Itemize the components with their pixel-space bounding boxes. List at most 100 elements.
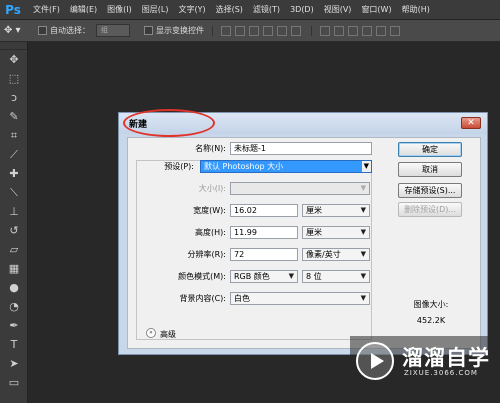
preset-label: 预设(P):: [162, 161, 196, 172]
chevron-down-icon: ▼: [360, 272, 366, 280]
move-tool-icon[interactable]: ✥: [0, 50, 28, 69]
menu-view[interactable]: 视图(V): [319, 4, 357, 15]
menu-select[interactable]: 选择(S): [211, 4, 248, 15]
new-document-dialog: 新建 ✕ 名称(N): 未标题-1 预设(P): 默认 Photoshop 大小…: [118, 109, 488, 355]
background-dropdown[interactable]: 白色 ▼: [230, 292, 370, 305]
preset-value: 默认 Photoshop 大小: [204, 162, 284, 171]
delete-preset-button: 删除预设(D)...: [398, 202, 462, 217]
chevron-down-icon: ▼: [288, 272, 294, 280]
menu-type[interactable]: 文字(Y): [173, 4, 210, 15]
dialog-body: 名称(N): 未标题-1 预设(P): 默认 Photoshop 大小 ▼ 大小…: [127, 137, 481, 349]
title-highlight-ellipse: [123, 109, 215, 137]
advanced-toggle-icon[interactable]: »: [146, 328, 156, 338]
shape-tool-icon[interactable]: ▭: [0, 373, 28, 392]
resolution-input[interactable]: 72: [230, 248, 298, 261]
eyedropper-tool-icon[interactable]: ⟋: [0, 145, 28, 164]
menu-window[interactable]: 窗口(W): [356, 4, 396, 15]
brush-tool-icon[interactable]: ⟍: [0, 183, 28, 202]
marquee-tool-icon[interactable]: ⬚: [0, 69, 28, 88]
history-brush-tool-icon[interactable]: ↺: [0, 221, 28, 240]
preset-dropdown[interactable]: 默认 Photoshop 大小 ▼: [200, 160, 372, 173]
distribute-right-icon[interactable]: [390, 25, 400, 36]
background-label: 背景内容(C):: [179, 294, 226, 303]
height-unit: 厘米: [306, 228, 322, 237]
pen-tool-icon[interactable]: ✒: [0, 316, 28, 335]
distribute-vcenter-icon[interactable]: [334, 25, 344, 36]
align-buttons: [212, 25, 303, 36]
type-tool-icon[interactable]: T: [0, 335, 28, 354]
resolution-unit-dropdown[interactable]: 像素/英寸 ▼: [302, 248, 370, 261]
blur-tool-icon[interactable]: ●: [0, 278, 28, 297]
menu-file[interactable]: 文件(F): [28, 4, 65, 15]
align-top-icon[interactable]: [221, 25, 231, 36]
chevron-down-icon: ▼: [360, 294, 366, 302]
gradient-tool-icon[interactable]: ▦: [0, 259, 28, 278]
align-vcenter-icon[interactable]: [235, 25, 245, 36]
resolution-label: 分辨率(R):: [187, 250, 227, 259]
move-tool-icon[interactable]: ✥ ▾: [4, 25, 32, 36]
chevron-down-icon: ▼: [360, 250, 366, 258]
close-button[interactable]: ✕: [461, 117, 481, 129]
menu-layer[interactable]: 图层(L): [137, 4, 174, 15]
resolution-unit: 像素/英寸: [306, 250, 341, 259]
height-unit-dropdown[interactable]: 厘米 ▼: [302, 226, 370, 239]
menu-edit[interactable]: 编辑(E): [65, 4, 102, 15]
name-input[interactable]: 未标题-1: [230, 142, 372, 155]
size-label: 大小(I):: [198, 184, 226, 193]
align-right-icon[interactable]: [291, 25, 301, 36]
width-unit-dropdown[interactable]: 厘米 ▼: [302, 204, 370, 217]
advanced-label[interactable]: 高级: [160, 329, 176, 340]
eraser-tool-icon[interactable]: ▱: [0, 240, 28, 259]
dodge-tool-icon[interactable]: ◔: [0, 297, 28, 316]
quick-select-tool-icon[interactable]: ✎: [0, 107, 28, 126]
image-size-value: 452.2K: [416, 316, 446, 325]
options-bar: ✥ ▾ 自动选择： 组 显示变换控件: [0, 20, 500, 42]
height-input[interactable]: 11.99: [230, 226, 298, 239]
ok-button[interactable]: 确定: [398, 142, 462, 157]
cancel-button[interactable]: 取消: [398, 162, 462, 177]
distribute-top-icon[interactable]: [320, 25, 330, 36]
healing-tool-icon[interactable]: ✚: [0, 164, 28, 183]
show-transform-checkbox[interactable]: [144, 26, 153, 35]
width-input[interactable]: 16.02: [230, 204, 298, 217]
menu-3d[interactable]: 3D(D): [285, 5, 319, 14]
watermark-url: ZIXUE.3066.COM: [404, 369, 478, 377]
distribute-left-icon[interactable]: [362, 25, 372, 36]
menu-image[interactable]: 图像(I): [102, 4, 137, 15]
clone-stamp-tool-icon[interactable]: ⊥: [0, 202, 28, 221]
path-select-tool-icon[interactable]: ➤: [0, 354, 28, 373]
chevron-down-icon: ▼: [360, 228, 366, 236]
tools-panel: ✥ ⬚ ↄ ✎ ⌗ ⟋ ✚ ⟍ ⊥ ↺ ▱ ▦ ● ◔ ✒ T ➤ ▭: [0, 42, 28, 403]
distribute-hcenter-icon[interactable]: [376, 25, 386, 36]
auto-select-dropdown[interactable]: 组: [96, 24, 130, 37]
crop-tool-icon[interactable]: ⌗: [0, 126, 28, 145]
chevron-down-icon: ▼: [361, 161, 371, 172]
size-dropdown: ▼: [230, 182, 370, 195]
align-left-icon[interactable]: [263, 25, 273, 36]
panel-grip[interactable]: [0, 42, 27, 50]
watermark-text: 溜溜自学: [402, 346, 490, 370]
color-mode-value: RGB 颜色: [234, 272, 270, 281]
lasso-tool-icon[interactable]: ↄ: [0, 88, 28, 107]
save-preset-button[interactable]: 存储预设(S)...: [398, 183, 462, 198]
width-unit: 厘米: [306, 206, 322, 215]
color-mode-label: 颜色模式(M):: [178, 272, 226, 281]
width-label: 宽度(W):: [193, 206, 226, 215]
align-bottom-icon[interactable]: [249, 25, 259, 36]
background-value: 白色: [234, 294, 250, 303]
auto-select-label: 自动选择：: [50, 26, 90, 35]
distribute-bottom-icon[interactable]: [348, 25, 358, 36]
bit-depth-dropdown[interactable]: 8 位 ▼: [302, 270, 370, 283]
auto-select-checkbox[interactable]: [38, 26, 47, 35]
photoshop-logo: Ps: [5, 2, 21, 17]
menu-filter[interactable]: 滤镜(T): [248, 4, 285, 15]
color-mode-dropdown[interactable]: RGB 颜色 ▼: [230, 270, 298, 283]
image-size-label: 图像大小:: [413, 300, 449, 309]
align-hcenter-icon[interactable]: [277, 25, 287, 36]
chevron-down-icon: ▼: [360, 206, 366, 214]
menu-help[interactable]: 帮助(H): [397, 4, 435, 15]
menu-bar: Ps 文件(F) 编辑(E) 图像(I) 图层(L) 文字(Y) 选择(S) 滤…: [0, 0, 500, 20]
watermark: 溜溜自学 ZIXUE.3066.COM: [350, 336, 500, 388]
chevron-down-icon: ▼: [360, 184, 366, 192]
height-label: 高度(H):: [195, 228, 226, 237]
